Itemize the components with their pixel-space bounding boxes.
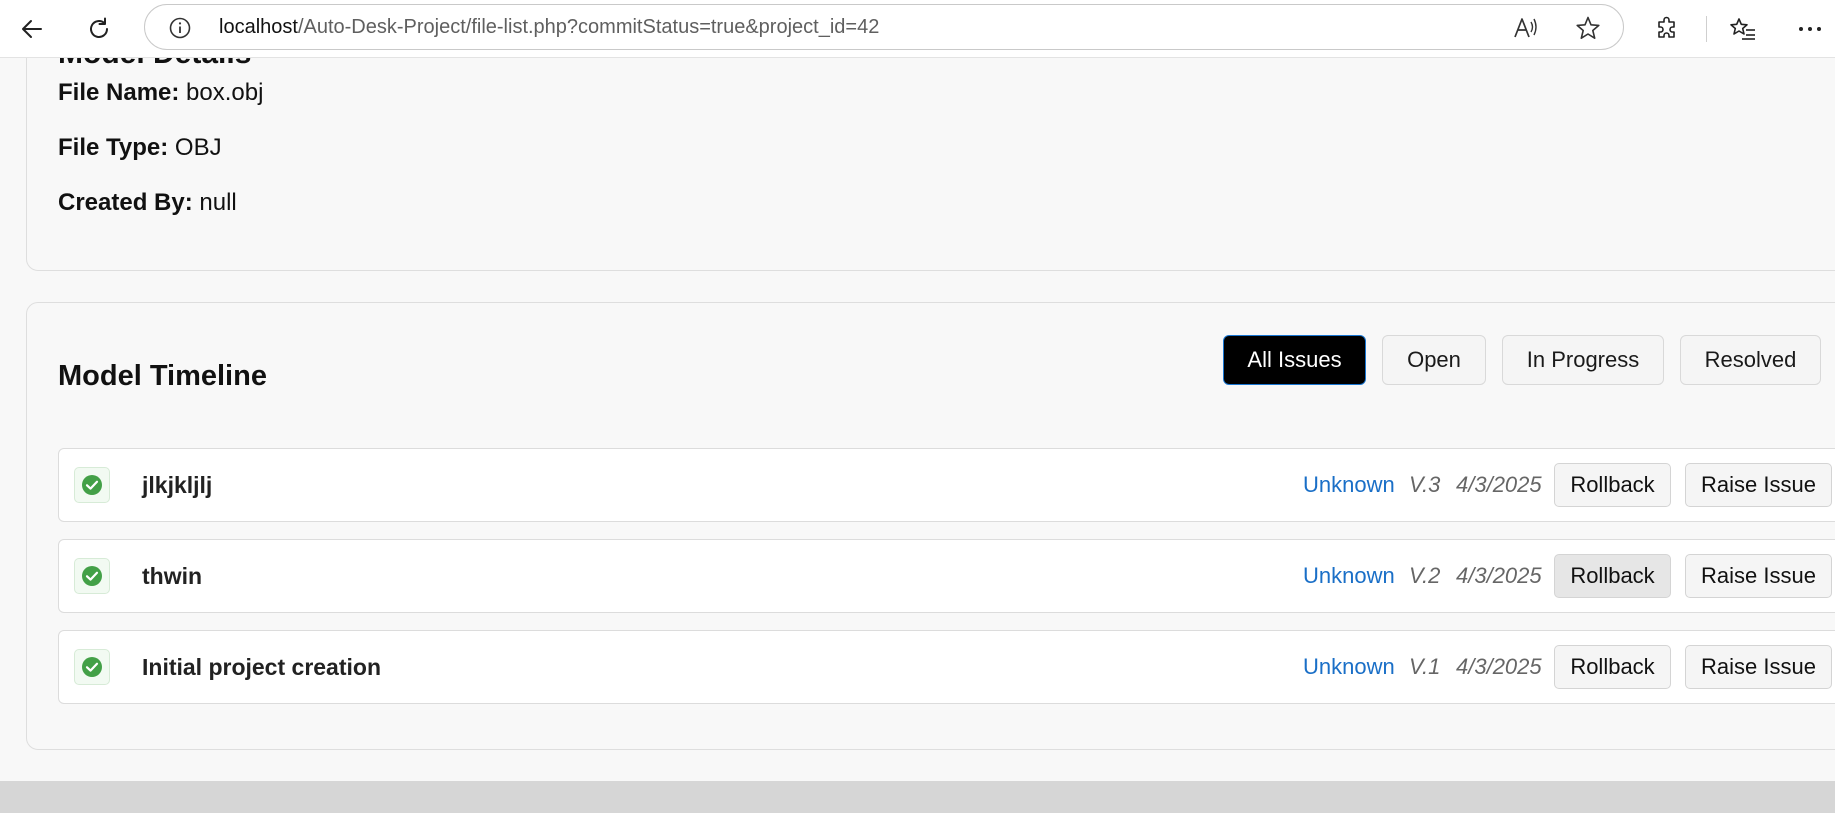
commit-author-link[interactable]: Unknown	[1303, 631, 1395, 703]
commit-date: 4/3/2025	[1456, 563, 1542, 588]
rollback-button[interactable]: Rollback	[1554, 463, 1671, 507]
commit-row: jlkjkljlj Unknown V.3 4/3/2025 Rollback …	[58, 448, 1835, 522]
rollback-button[interactable]: Rollback	[1554, 554, 1671, 598]
commit-version: V.2	[1409, 563, 1441, 588]
commit-message: thwin	[142, 563, 203, 589]
more-menu-icon[interactable]	[1790, 9, 1830, 49]
favorites-list-icon[interactable]	[1723, 9, 1763, 49]
file-type-value: OBJ	[174, 134, 222, 161]
check-circle-icon	[74, 558, 110, 594]
address-bar[interactable]: localhost/Auto-Desk-Project/file-list.ph…	[144, 4, 1624, 50]
commit-row: Initial project creation Unknown V.1 4/3…	[58, 630, 1835, 704]
raise-issue-button[interactable]: Raise Issue	[1685, 463, 1832, 507]
commit-author-link[interactable]: Unknown	[1303, 449, 1395, 521]
check-circle-icon	[74, 649, 110, 685]
file-type-label: File Type:	[58, 134, 169, 161]
url-host: localhost	[219, 16, 298, 38]
commit-date: 4/3/2025	[1456, 472, 1542, 497]
file-name-value: box.obj	[186, 79, 264, 106]
browser-toolbar: localhost/Auto-Desk-Project/file-list.ph…	[0, 0, 1835, 58]
filter-open-button[interactable]: Open	[1382, 335, 1486, 385]
commit-row: thwin Unknown V.2 4/3/2025 Rollback Rais…	[58, 539, 1835, 613]
commit-message: jlkjkljlj	[142, 472, 213, 498]
file-type-row: File Type: OBJ	[58, 134, 222, 162]
check-circle-icon	[74, 467, 110, 503]
toolbar-separator	[1706, 16, 1707, 42]
raise-issue-button[interactable]: Raise Issue	[1685, 645, 1832, 689]
commit-date: 4/3/2025	[1456, 654, 1542, 679]
favorite-star-icon[interactable]	[1574, 14, 1602, 42]
raise-issue-button[interactable]: Raise Issue	[1685, 554, 1832, 598]
extensions-icon[interactable]	[1647, 9, 1687, 49]
created-by-row: Created By: null	[58, 189, 237, 217]
refresh-icon[interactable]	[79, 9, 119, 49]
url-path: /Auto-Desk-Project/file-list.php?commitS…	[297, 16, 880, 38]
commit-author-link[interactable]: Unknown	[1303, 540, 1395, 612]
created-by-value: null	[199, 189, 237, 216]
filter-resolved-button[interactable]: Resolved	[1680, 335, 1821, 385]
commit-message: Initial project creation	[142, 654, 381, 680]
read-aloud-icon[interactable]	[1512, 14, 1540, 42]
model-timeline-card: Model Timeline All Issues Open In Progre…	[26, 302, 1835, 750]
filter-in-progress-button[interactable]: In Progress	[1502, 335, 1664, 385]
created-by-label: Created By:	[58, 189, 193, 216]
commit-version: V.3	[1409, 472, 1441, 497]
page-footer-strip	[0, 781, 1835, 813]
url-text[interactable]: localhost/Auto-Desk-Project/file-list.ph…	[219, 5, 879, 49]
file-name-row: File Name: box.obj	[58, 79, 263, 107]
filter-all-issues-button[interactable]: All Issues	[1223, 335, 1366, 385]
rollback-button[interactable]: Rollback	[1554, 645, 1671, 689]
file-name-label: File Name:	[58, 79, 180, 106]
commit-version: V.1	[1409, 654, 1441, 679]
model-timeline-heading: Model Timeline	[58, 360, 267, 392]
info-icon[interactable]	[169, 17, 191, 39]
back-arrow-icon[interactable]	[12, 9, 52, 49]
